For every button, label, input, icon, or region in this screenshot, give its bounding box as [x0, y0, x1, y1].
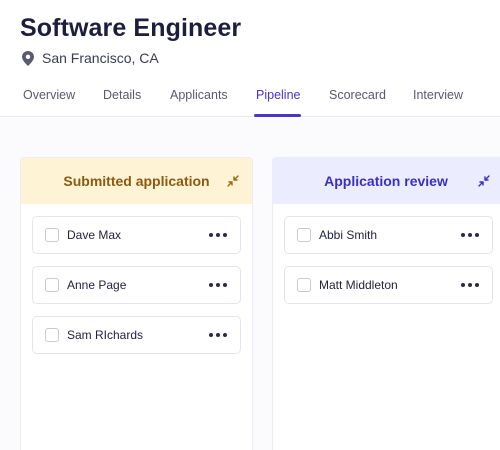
- tab-interview[interactable]: Interview: [413, 88, 463, 102]
- more-dots-icon[interactable]: [208, 233, 228, 237]
- candidate-card[interactable]: Anne Page: [32, 266, 241, 304]
- candidate-checkbox[interactable]: [45, 278, 59, 292]
- tab-details[interactable]: Details: [103, 88, 141, 102]
- pipeline-column-review: Application review Abbi Smith Matt Middl…: [272, 157, 500, 450]
- more-dots-icon[interactable]: [208, 283, 228, 287]
- candidate-checkbox[interactable]: [297, 228, 311, 242]
- location-pin-icon: [22, 50, 34, 66]
- collapse-arrows-icon[interactable]: [475, 172, 493, 190]
- candidate-name: Dave Max: [67, 228, 122, 242]
- candidate-card[interactable]: Abbi Smith: [284, 216, 493, 254]
- collapse-arrows-icon[interactable]: [224, 172, 242, 190]
- column-title: Application review: [324, 173, 448, 189]
- more-dots-icon[interactable]: [460, 233, 480, 237]
- candidate-card[interactable]: Matt Middleton: [284, 266, 493, 304]
- pipeline-board: Submitted application Dave Max Anne Page…: [0, 118, 500, 450]
- pipeline-column-submitted: Submitted application Dave Max Anne Page…: [20, 157, 253, 450]
- candidate-card[interactable]: Sam RIchards: [32, 316, 241, 354]
- more-dots-icon[interactable]: [208, 333, 228, 337]
- candidate-checkbox[interactable]: [297, 278, 311, 292]
- location-text: San Francisco, CA: [42, 50, 159, 66]
- candidate-name: Matt Middleton: [319, 278, 398, 292]
- active-tab-indicator: [254, 114, 301, 117]
- tab-overview[interactable]: Overview: [23, 88, 75, 102]
- tab-scorecard[interactable]: Scorecard: [329, 88, 386, 102]
- candidate-checkbox[interactable]: [45, 328, 59, 342]
- candidate-checkbox[interactable]: [45, 228, 59, 242]
- candidate-name: Anne Page: [67, 278, 127, 292]
- candidate-name: Sam RIchards: [67, 328, 144, 342]
- page-title: Software Engineer: [20, 14, 242, 42]
- column-header: Submitted application: [21, 158, 252, 204]
- tab-pipeline[interactable]: Pipeline: [256, 88, 300, 102]
- job-location: San Francisco, CA: [22, 50, 159, 66]
- candidate-card[interactable]: Dave Max: [32, 216, 241, 254]
- column-header: Application review: [273, 158, 500, 204]
- column-title: Submitted application: [63, 173, 210, 189]
- candidate-name: Abbi Smith: [319, 228, 378, 242]
- job-tabs: Overview Details Applicants Pipeline Sco…: [0, 78, 500, 117]
- tab-applicants[interactable]: Applicants: [170, 88, 228, 102]
- more-dots-icon[interactable]: [460, 283, 480, 287]
